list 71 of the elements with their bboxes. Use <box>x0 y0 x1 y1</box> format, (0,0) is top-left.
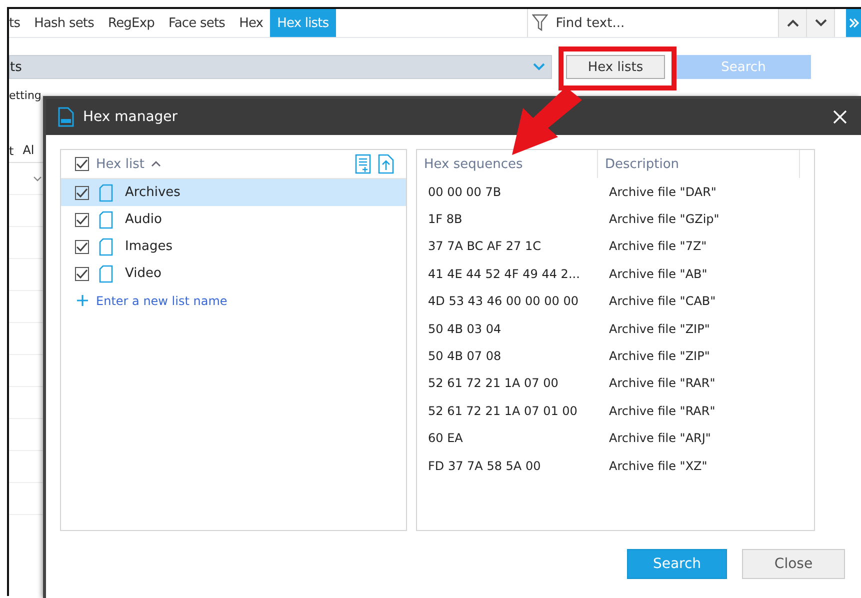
table-cell-text: 1F 8B <box>427 212 464 226</box>
list-name: Images <box>125 239 172 254</box>
table-cell-text: 52 61 72 21 1A 07 01 00 <box>427 404 578 418</box>
option-tab[interactable]: t <box>9 144 14 158</box>
next-button[interactable] <box>806 9 834 37</box>
table-cell-text: Archive file "RAR" <box>608 376 716 390</box>
checkbox[interactable] <box>75 240 89 254</box>
table-cell-text: Archive file "GZip" <box>608 212 720 226</box>
table-cell-text: Archive file "7Z" <box>608 239 708 254</box>
list-name: Archives <box>125 185 180 200</box>
table-cell-text: Archive file "XZ" <box>608 458 708 473</box>
chevron-down-icon <box>814 19 827 27</box>
option-tab[interactable]: Al <box>22 143 34 159</box>
checkbox[interactable] <box>75 186 89 200</box>
tab[interactable]: RegExp <box>101 9 162 37</box>
file-icon <box>99 238 113 256</box>
table-cell-text: 52 61 72 21 1A 07 00 <box>427 376 560 390</box>
checkbox[interactable] <box>75 212 89 226</box>
column-header[interactable]: Description <box>597 150 799 178</box>
table-cell-text: Archive file "RAR" <box>608 404 716 418</box>
dialog-title: Hex manager <box>83 109 178 125</box>
table-cell-text: 50 4B 07 08 <box>427 349 502 364</box>
table-cell-text: 37 7A BC AF 27 1C <box>427 239 542 254</box>
table-cell-text: 50 4B 03 04 <box>427 322 502 336</box>
chevron-down-icon <box>33 176 42 182</box>
list-item[interactable]: Audio <box>61 206 406 233</box>
file-icon <box>99 210 113 228</box>
new-list-link[interactable]: Enter a new list name <box>96 294 228 308</box>
plus-icon[interactable] <box>77 295 88 306</box>
column-header[interactable]: Hex list <box>96 156 144 172</box>
table-cell-text: 00 00 00 7B <box>427 184 502 199</box>
list-name: Video <box>125 266 162 281</box>
table-cell-text: Archive file "DAR" <box>608 184 718 199</box>
table-cell-text: 60 EA <box>427 431 464 446</box>
table-cell-text: Archive file "ZIP" <box>608 349 711 364</box>
find-field[interactable]: Find text... <box>554 14 758 32</box>
hex-lists-button[interactable]: Hex lists <box>566 55 665 79</box>
list-item[interactable]: Images <box>61 233 406 260</box>
sort-caret-icon <box>151 161 162 167</box>
table-cell-text: FD 37 7A 58 5A 00 <box>427 458 542 473</box>
table-cell-text: Archive file "ARJ" <box>608 431 712 446</box>
table-cell-text: 4D 53 43 46 00 00 00 00 <box>427 294 580 308</box>
close-icon[interactable] <box>833 110 847 124</box>
filter-icon <box>532 14 548 32</box>
list-item[interactable]: Video <box>61 260 406 287</box>
file-icon <box>99 184 113 202</box>
table-cell-text: Archive file "ZIP" <box>608 322 711 336</box>
previous-button[interactable] <box>778 9 806 37</box>
checkbox[interactable] <box>75 266 89 280</box>
tab[interactable]: ts <box>9 9 28 37</box>
tab[interactable]: Hex <box>232 9 270 37</box>
double-chevron-icon <box>848 18 859 28</box>
hex-file-icon <box>58 107 74 127</box>
checkbox[interactable] <box>75 157 89 171</box>
list-name: Audio <box>125 212 162 227</box>
table-cell-text: 41 4E 44 52 4F 49 44 2... <box>427 266 581 281</box>
tab[interactable]: Hash sets <box>27 9 102 37</box>
tab[interactable]: Face sets <box>161 9 232 37</box>
chevron-up-icon <box>786 19 799 27</box>
add-list-icon[interactable] <box>355 154 371 174</box>
file-icon <box>99 264 113 282</box>
expand-panel-button[interactable] <box>846 9 861 37</box>
import-icon[interactable] <box>378 154 394 174</box>
column-header[interactable]: Hex sequences <box>417 150 597 178</box>
filter-dropdown[interactable]: ts <box>9 55 552 79</box>
table-cell-text: Archive file "CAB" <box>608 294 717 308</box>
close-button[interactable]: Close <box>742 549 845 579</box>
chevron-down-icon <box>533 63 545 71</box>
list-item[interactable]: Archives <box>61 179 406 206</box>
table-cell-text: Archive file "AB" <box>608 266 708 281</box>
settings-label: etting <box>9 89 42 102</box>
